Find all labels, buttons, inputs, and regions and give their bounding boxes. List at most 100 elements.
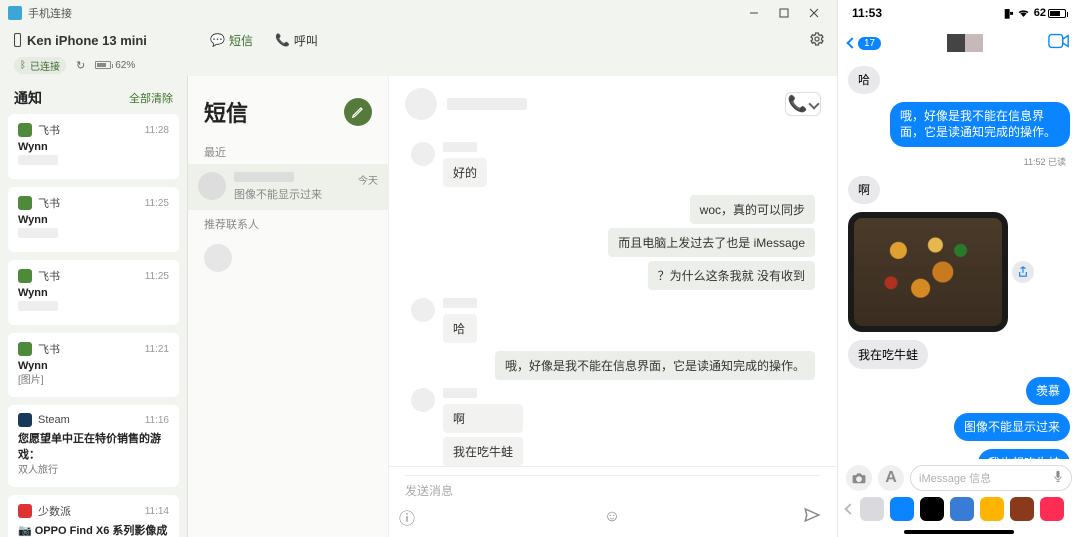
imessage-app-icon[interactable] bbox=[920, 497, 944, 521]
notification-item[interactable]: 飞书 11:25 Wynn bbox=[8, 187, 179, 252]
sms-list-pane: 短信 最近 图像不能显示过来 今天 推荐联系人 bbox=[188, 76, 388, 537]
app-icon bbox=[18, 504, 32, 518]
ios-nav-bar: 17 bbox=[838, 26, 1080, 60]
sms-icon: 💬 bbox=[210, 33, 225, 47]
notification-pane: 通知 全部清除 飞书11:28 Wynn 飞书11:25 Wynn 飞书11:2… bbox=[0, 76, 188, 537]
sender-redacted bbox=[443, 388, 477, 398]
minimize-button[interactable] bbox=[739, 3, 769, 23]
chat-header: 📞 bbox=[389, 76, 837, 132]
topbar: Ken iPhone 13 mini 💬 短信 📞 呼叫 bbox=[0, 26, 837, 54]
app-icon bbox=[18, 196, 32, 210]
message-bubble[interactable]: 好的 bbox=[443, 158, 487, 187]
imessage-app-icon[interactable] bbox=[890, 497, 914, 521]
sender-redacted bbox=[443, 298, 477, 308]
compose-button[interactable] bbox=[344, 98, 372, 126]
share-button[interactable] bbox=[1012, 261, 1034, 283]
signal-icon: ▮▪ bbox=[1004, 6, 1013, 20]
message-row: 啊我在吃牛蛙 bbox=[411, 388, 815, 466]
imessage-app-icon[interactable] bbox=[1010, 497, 1034, 521]
notif-time: 11:25 bbox=[145, 198, 169, 209]
message-bubble[interactable]: 而且电脑上发过去了也是 iMessage bbox=[608, 228, 815, 257]
maximize-button[interactable] bbox=[769, 3, 799, 23]
composer: 发送消息 ⓘ ☺ bbox=[389, 466, 837, 537]
avatar bbox=[411, 142, 435, 166]
send-button[interactable] bbox=[803, 506, 821, 529]
app-name: Steam bbox=[38, 414, 70, 426]
contact-avatar[interactable] bbox=[204, 244, 232, 272]
facetime-button[interactable] bbox=[1048, 33, 1070, 54]
message-bubble[interactable]: 哈 bbox=[443, 314, 477, 343]
notification-list[interactable]: 飞书11:28 Wynn 飞书11:25 Wynn 飞书11:25 Wynn 飞… bbox=[0, 114, 187, 537]
avatar bbox=[411, 388, 435, 412]
home-indicator[interactable] bbox=[838, 527, 1080, 537]
imessage-app-strip[interactable] bbox=[838, 495, 1080, 527]
strip-prev-icon[interactable] bbox=[844, 503, 855, 514]
notif-time: 11:14 bbox=[145, 506, 169, 517]
message-list[interactable]: 好的 woc，真的可以同步而且电脑上发过去了也是 iMessage ？为什么这条我就… bbox=[389, 132, 837, 466]
app-name: 飞书 bbox=[38, 341, 60, 357]
imessage-bubble[interactable]: 羡慕 bbox=[1026, 377, 1070, 405]
image-attachment[interactable] bbox=[848, 212, 1008, 332]
app-icon bbox=[18, 123, 32, 137]
back-button[interactable]: 17 bbox=[848, 37, 881, 50]
imessage-bubble[interactable]: 啊 bbox=[848, 176, 880, 204]
notif-body: 双人旅行 bbox=[18, 464, 169, 477]
sms-thread[interactable]: 图像不能显示过来 今天 bbox=[188, 164, 388, 210]
app-icon bbox=[18, 413, 32, 427]
emoji-button[interactable]: ☺ bbox=[604, 508, 620, 526]
notif-title: Wynn bbox=[18, 214, 169, 226]
imessage-bubble[interactable]: 哈 bbox=[848, 66, 880, 94]
notification-item[interactable]: Steam11:16 您愿望单中正在特价销售的游戏： 双人旅行 bbox=[8, 405, 179, 487]
message-row: 哦，好像是我不能在信息界面，它是读通知完成的操作。 bbox=[411, 351, 815, 380]
imessage-bubble[interactable]: 图像不能显示过来 bbox=[954, 413, 1070, 441]
settings-button[interactable] bbox=[809, 36, 825, 50]
imessage-app-icon[interactable] bbox=[1040, 497, 1064, 521]
app-icon bbox=[8, 6, 22, 20]
notification-item[interactable]: 飞书11:28 Wynn bbox=[8, 114, 179, 179]
imessage-app-icon[interactable] bbox=[980, 497, 1004, 521]
suggested-contacts bbox=[188, 236, 388, 280]
message-bubble[interactable]: 哦，好像是我不能在信息界面，它是读通知完成的操作。 bbox=[495, 351, 815, 380]
message-row: 好的 bbox=[411, 142, 815, 187]
appstore-button[interactable]: A bbox=[878, 465, 904, 491]
chevron-left-icon bbox=[846, 37, 857, 48]
sms-header: 短信 bbox=[204, 96, 248, 128]
imessage-bubble[interactable]: 哦，好像是我不能在信息界面，它是读通知完成的操作。 bbox=[890, 102, 1070, 146]
dictation-icon[interactable] bbox=[1053, 470, 1063, 487]
sender-redacted bbox=[443, 142, 477, 152]
notif-body bbox=[18, 301, 169, 315]
notification-item[interactable]: 飞书11:21 Wynn [图片] bbox=[8, 333, 179, 397]
message-bubble[interactable]: 我在吃牛蛙 bbox=[443, 437, 523, 466]
imessage-app-icon[interactable] bbox=[950, 497, 974, 521]
call-button[interactable]: 📞 bbox=[785, 92, 821, 116]
info-icon[interactable]: ⓘ bbox=[399, 505, 415, 529]
message-bubble[interactable]: ？为什么这条我就 没有收到 bbox=[648, 261, 815, 290]
clear-all-link[interactable]: 全部清除 bbox=[129, 90, 173, 106]
battery-status: 62% bbox=[95, 60, 135, 71]
tab-calls[interactable]: 📞 呼叫 bbox=[273, 28, 320, 53]
notification-item[interactable]: 少数派11:14 📷 OPPO Find X6 系列影像成绩单 14 位少数派共… bbox=[8, 495, 179, 537]
notification-item[interactable]: 飞书11:25 Wynn bbox=[8, 260, 179, 325]
image-caption: 我在吃牛蛙 bbox=[848, 340, 928, 369]
app-icon bbox=[18, 342, 32, 356]
chat-avatar[interactable] bbox=[405, 88, 437, 120]
message-bubble[interactable]: 啊 bbox=[443, 404, 523, 433]
app-name: 飞书 bbox=[38, 122, 60, 138]
imessage-bubble[interactable]: 我也想吃牛蛙 bbox=[978, 449, 1070, 459]
message-meta: 11:52 已读 bbox=[1024, 155, 1070, 168]
tab-sms[interactable]: 💬 短信 bbox=[208, 28, 255, 53]
app-name: 飞书 bbox=[38, 195, 60, 211]
imessage-list[interactable]: 哈哦，好像是我不能在信息界面，它是读通知完成的操作。 11:52 已读啊我在吃牛蛙… bbox=[838, 60, 1080, 459]
section-suggested: 推荐联系人 bbox=[188, 210, 388, 236]
refresh-button[interactable]: ↻ bbox=[76, 59, 85, 72]
imessage-input[interactable]: iMessage 信息 bbox=[910, 465, 1072, 491]
camera-button[interactable] bbox=[846, 465, 872, 491]
message-row: 哈 bbox=[411, 298, 815, 343]
imessage-app-icon[interactable] bbox=[860, 497, 884, 521]
close-button[interactable] bbox=[799, 3, 829, 23]
message-input[interactable]: 发送消息 bbox=[405, 475, 821, 499]
clock: 11:53 bbox=[852, 6, 882, 20]
contact-avatar[interactable] bbox=[947, 34, 983, 52]
message-bubble[interactable]: woc，真的可以同步 bbox=[690, 195, 815, 224]
imessage-composer: A iMessage 信息 bbox=[838, 459, 1080, 495]
